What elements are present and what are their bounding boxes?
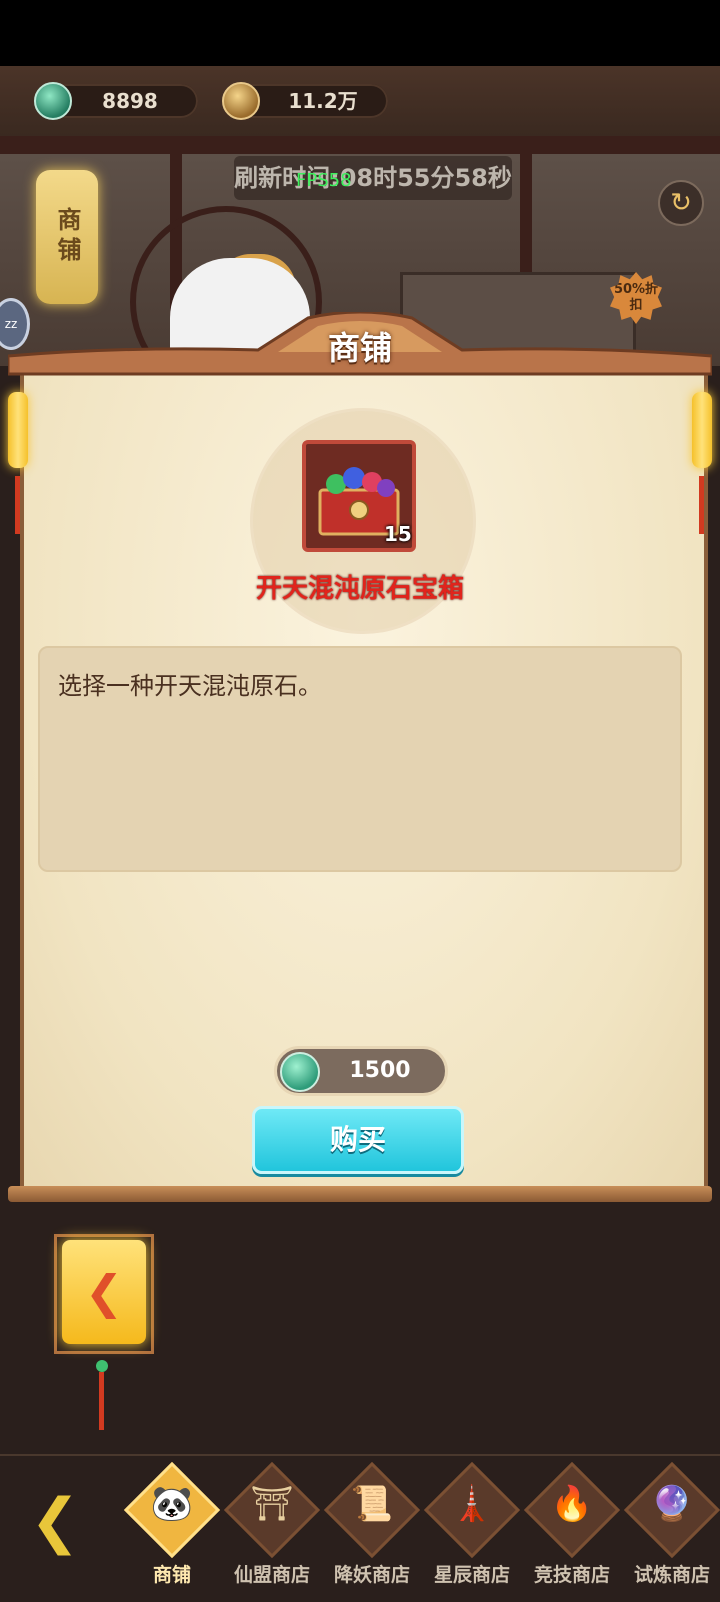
- panel-title: 商铺: [327, 329, 392, 367]
- left-lantern-icon: [8, 392, 28, 468]
- nav-tab-4[interactable]: 🗼 星辰商店: [423, 1461, 521, 1592]
- nav-tab-label: 仙盟商店: [233, 1564, 310, 1586]
- nav-tab-2[interactable]: ⛩ 仙盟商店: [223, 1461, 321, 1592]
- status-bar: [0, 0, 720, 66]
- nav-tab-icon: 🔥: [550, 1484, 594, 1524]
- nav-tab-icon: 🐼: [150, 1484, 194, 1524]
- jade-icon: [280, 1052, 320, 1092]
- fps-counter: FPS58: [296, 170, 352, 191]
- nav-tab-1[interactable]: 🐼 商铺: [123, 1461, 221, 1592]
- scroll-bottom-rod: [8, 1186, 712, 1202]
- item-name: 开天混沌原石宝箱: [255, 574, 464, 604]
- nav-tab-label: 降妖商店: [333, 1564, 410, 1586]
- buy-button[interactable]: 购买: [252, 1106, 464, 1174]
- coin-amount: 11.2万: [288, 89, 358, 113]
- price-value: 1500: [349, 1058, 411, 1083]
- nav-tab-6[interactable]: 🔮 试炼商店: [623, 1461, 720, 1592]
- jade-amount: 8898: [102, 89, 158, 113]
- right-lantern-icon: [692, 392, 712, 468]
- right-tassel: [699, 476, 704, 534]
- shop-lantern-label[interactable]: 商铺: [36, 170, 98, 304]
- item-description: 选择一种开天混沌原石。: [58, 672, 322, 700]
- back-button[interactable]: ❮: [62, 1240, 146, 1344]
- nav-back-arrow-icon[interactable]: ❮: [0, 1486, 110, 1556]
- copper-coin-icon: [222, 82, 260, 120]
- nav-tab-5[interactable]: 🔥 竞技商店: [523, 1461, 621, 1592]
- nav-tab-icon: ⛩: [250, 1484, 294, 1524]
- refresh-timer-label: 刷新时间:08时55分58秒: [234, 156, 512, 200]
- jade-icon: [34, 82, 72, 120]
- left-tassel: [15, 476, 20, 534]
- nav-tab-icon: 🔮: [650, 1484, 694, 1524]
- nav-tab-label: 试炼商店: [633, 1564, 710, 1586]
- nav-tab-icon: 📜: [350, 1484, 394, 1524]
- refresh-button[interactable]: ↻: [658, 180, 704, 226]
- item-count: 15: [384, 522, 412, 546]
- nav-tab-icon: 🗼: [450, 1484, 494, 1524]
- back-arrow-icon: ❮: [84, 1265, 124, 1319]
- nav-tab-label: 商铺: [152, 1564, 191, 1586]
- nav-tab-label: 竞技商店: [533, 1564, 610, 1586]
- back-lantern-tassel: [99, 1372, 104, 1430]
- nav-tab-label: 星辰商店: [433, 1564, 510, 1586]
- nav-tab-3[interactable]: 📜 降妖商店: [323, 1461, 421, 1592]
- lantern-bead: [96, 1360, 108, 1372]
